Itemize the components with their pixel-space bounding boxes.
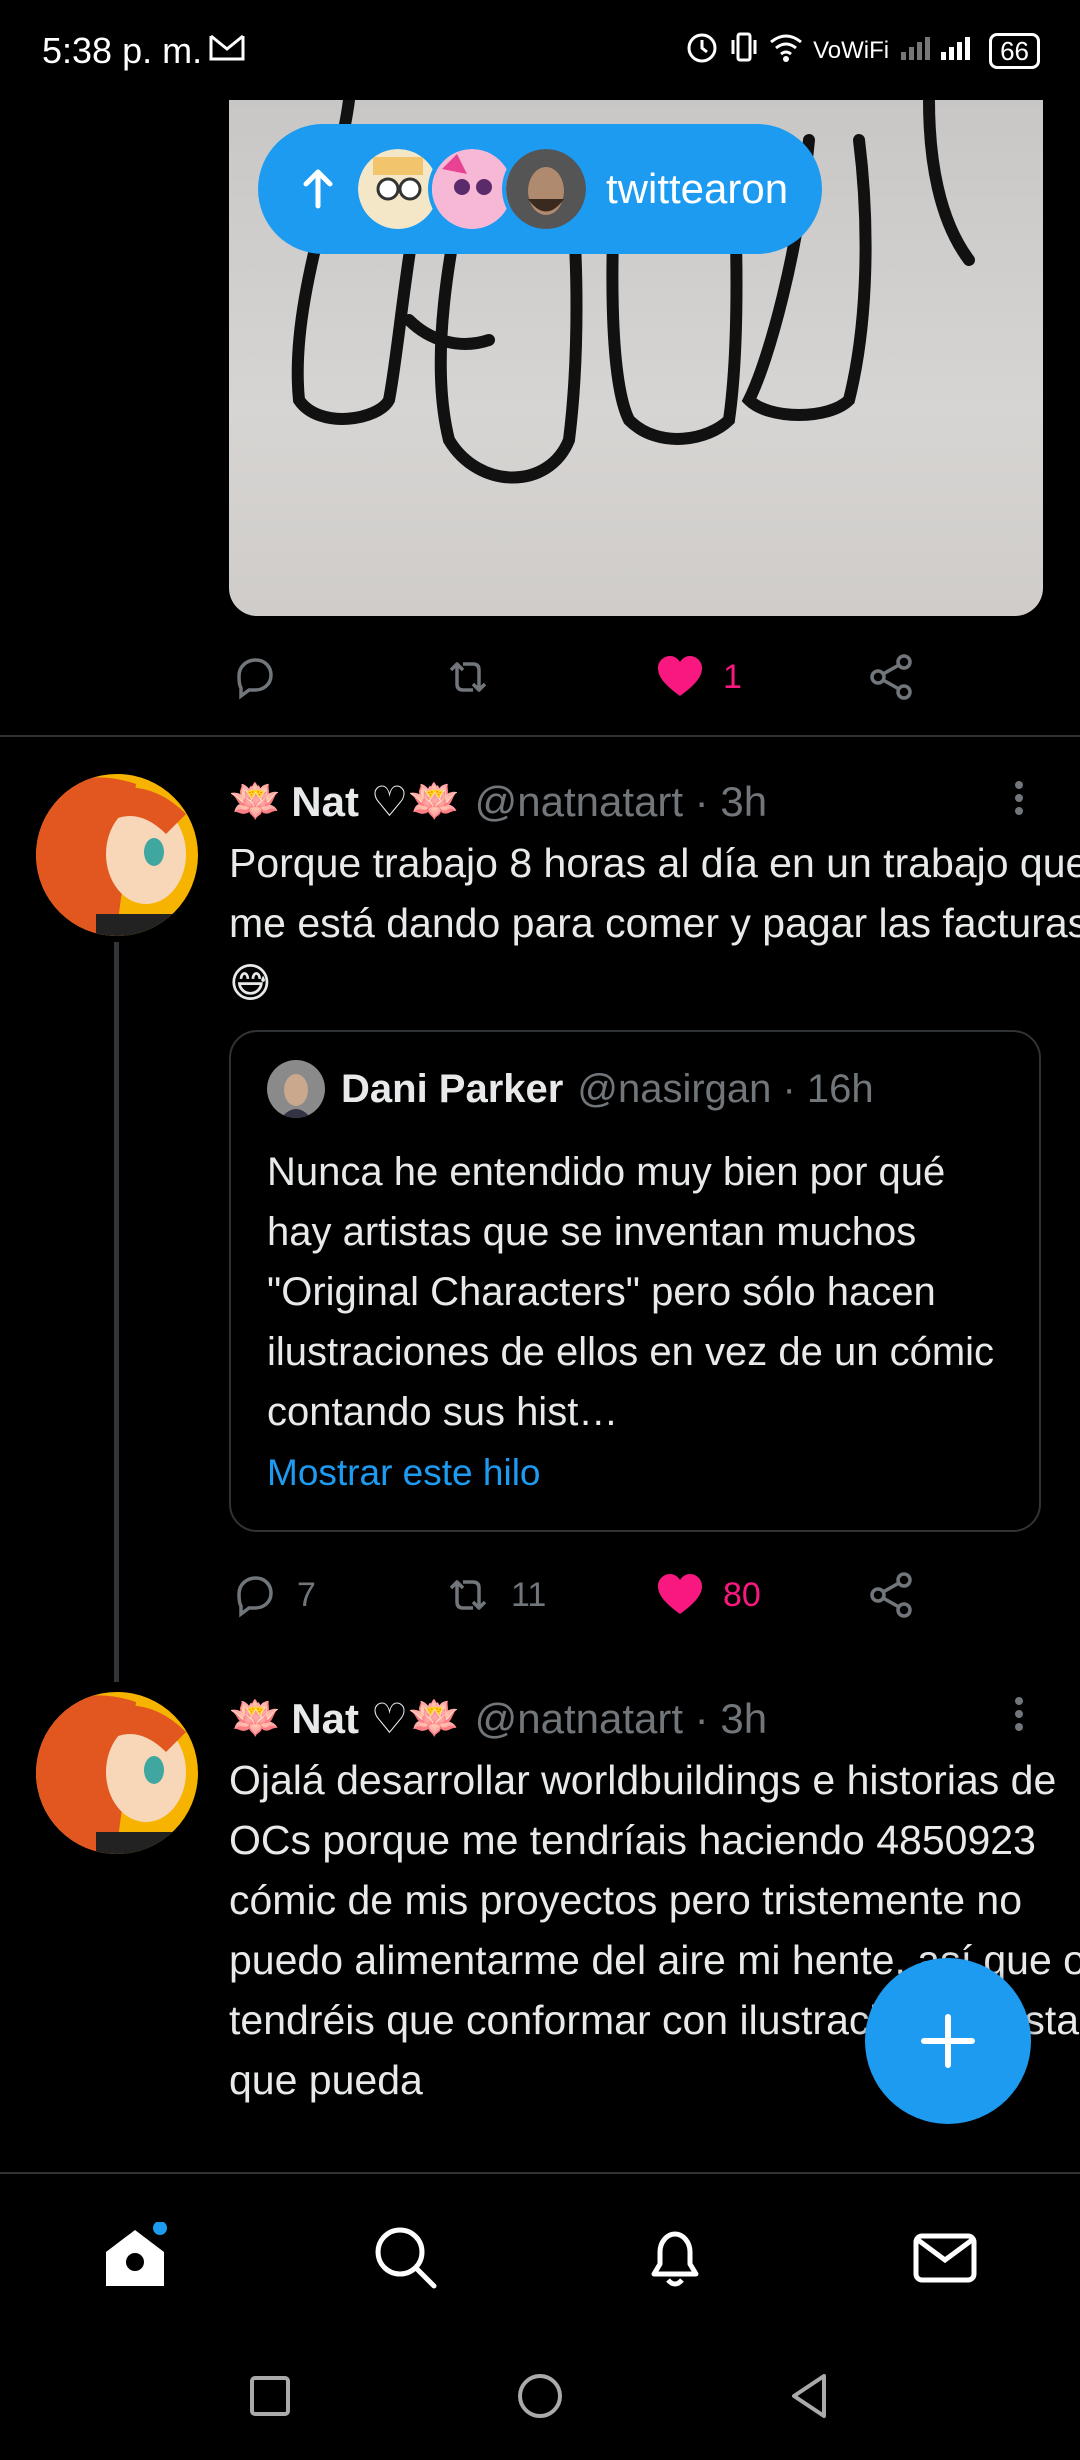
bottom-navigation xyxy=(0,2172,1080,2334)
nav-home[interactable] xyxy=(100,2221,170,2292)
retweet-count: 11 xyxy=(511,1575,547,1614)
thread-connector xyxy=(114,942,119,1682)
avatar xyxy=(502,145,590,233)
like-button[interactable]: 1 xyxy=(655,652,742,702)
share-button[interactable] xyxy=(866,652,916,702)
author-avatar[interactable] xyxy=(36,1692,198,1854)
retweet-button[interactable]: 11 xyxy=(443,1570,546,1620)
share-icon xyxy=(870,654,912,700)
back-button[interactable] xyxy=(782,2368,838,2424)
more-options-icon[interactable] xyxy=(1015,776,1025,820)
nav-search[interactable] xyxy=(370,2222,440,2292)
like-button[interactable]: 80 xyxy=(655,1570,761,1620)
author-name[interactable]: Nat ♡ xyxy=(291,1694,408,1743)
vibrate-icon xyxy=(729,30,759,71)
status-bar: 5:38 p. m. VoWiFi 66 xyxy=(0,0,1080,100)
lotus-emoji-icon: 🪷 xyxy=(408,777,461,824)
network-label: VoWiFi xyxy=(813,36,890,64)
more-options-icon[interactable] xyxy=(1015,1692,1025,1736)
alarm-icon xyxy=(685,30,719,71)
tweet-text: Porque trabajo 8 horas al día en un trab… xyxy=(229,840,1080,1006)
retweet-icon xyxy=(449,662,487,692)
reply-button[interactable] xyxy=(229,652,279,702)
square-icon xyxy=(250,2376,290,2416)
avatar-image xyxy=(36,1692,198,1854)
reply-button[interactable]: 7 xyxy=(229,1570,316,1620)
reply-icon xyxy=(237,658,273,700)
like-count: 1 xyxy=(723,657,742,696)
bell-icon xyxy=(651,2231,699,2287)
battery-indicator: 66 xyxy=(989,32,1040,69)
retweet-icon xyxy=(449,1580,487,1610)
gmail-notification-icon xyxy=(208,32,246,67)
quote-author-handle: @nasirgan · 16h xyxy=(577,1066,874,1111)
retweet-button[interactable] xyxy=(443,652,493,702)
compose-tweet-button[interactable] xyxy=(865,1958,1031,2124)
tweet-divider xyxy=(0,735,1080,737)
author-handle: @natnatart · 3h xyxy=(474,777,768,825)
heart-filled-icon xyxy=(658,1574,702,1614)
status-time: 5:38 p. m. xyxy=(42,30,203,71)
status-icons: VoWiFi 66 xyxy=(685,30,1040,71)
recents-button[interactable] xyxy=(242,2368,298,2424)
signal-icon xyxy=(899,32,979,69)
quote-author-name: Dani Parker xyxy=(341,1066,564,1111)
system-navigation-bar xyxy=(0,2332,1080,2460)
quote-header: Dani Parker @nasirgan · 16h xyxy=(267,1060,874,1118)
author-handle: @natnatart · 3h xyxy=(474,1694,768,1742)
reply-count: 7 xyxy=(297,1575,316,1614)
toast-label: twittearon xyxy=(606,165,789,212)
mail-icon xyxy=(913,2233,977,2283)
quote-avatar xyxy=(267,1060,325,1118)
share-button[interactable] xyxy=(866,1570,916,1620)
wifi-icon xyxy=(769,32,803,69)
back-triangle-icon xyxy=(792,2374,826,2418)
author-name[interactable]: Nat ♡ xyxy=(291,777,408,826)
quoted-tweet[interactable]: Dani Parker @nasirgan · 16h Nunca he ent… xyxy=(229,1030,1041,1532)
share-icon xyxy=(870,1572,912,1618)
lotus-emoji-icon: 🪷 xyxy=(229,1694,282,1741)
plus-icon xyxy=(921,2014,975,2068)
reply-icon xyxy=(237,1576,273,1618)
tweet-header: 🪷 Nat ♡ 🪷 @natnatart · 3h xyxy=(229,777,767,826)
author-avatar[interactable] xyxy=(36,774,198,936)
tweet-header: 🪷 Nat ♡ 🪷 @natnatart · 3h xyxy=(229,1694,767,1743)
nav-messages[interactable] xyxy=(910,2222,980,2292)
quote-text: Nunca he entendido muy bien por qué hay … xyxy=(267,1150,995,1434)
like-count: 80 xyxy=(723,1575,761,1614)
show-thread-link[interactable]: Mostrar este hilo xyxy=(267,1452,541,1494)
avatar-image xyxy=(36,774,198,936)
home-icon xyxy=(106,2221,167,2286)
nav-notifications[interactable] xyxy=(640,2222,710,2292)
lotus-emoji-icon: 🪷 xyxy=(229,777,282,824)
circle-icon xyxy=(518,2374,562,2418)
arrow-up-icon xyxy=(303,169,333,209)
new-tweets-toast[interactable]: twittearon xyxy=(258,124,822,254)
lotus-emoji-icon: 🪷 xyxy=(408,1694,461,1741)
home-system-button[interactable] xyxy=(512,2368,568,2424)
heart-filled-icon xyxy=(658,656,702,696)
toast-avatars xyxy=(354,145,590,233)
search-icon xyxy=(375,2227,437,2289)
